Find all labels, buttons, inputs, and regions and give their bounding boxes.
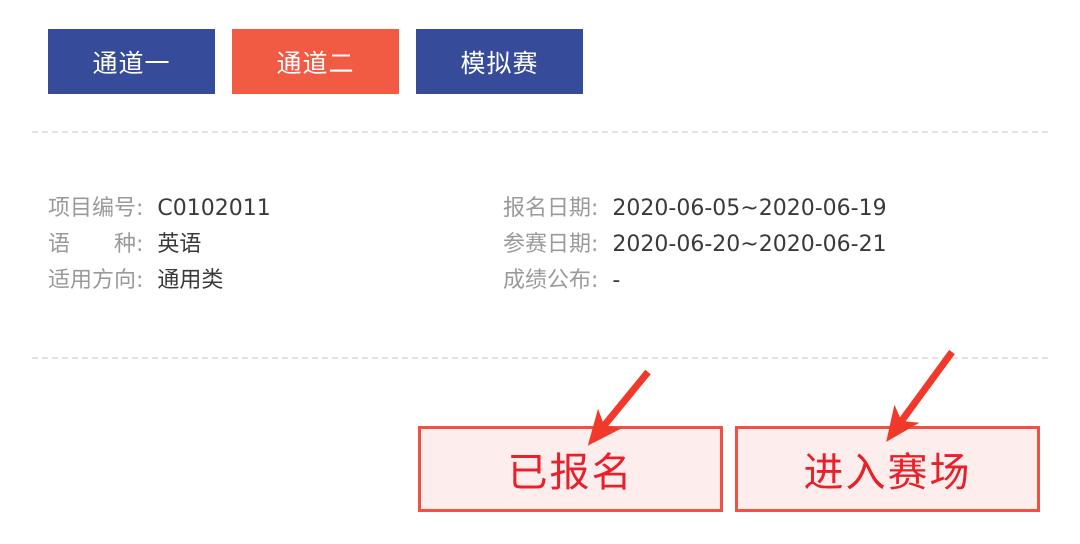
- info-label-project-number: 项目编号:: [48, 196, 144, 221]
- action-spacer: [723, 426, 735, 512]
- info-field-exam-date: 参赛日期: 2020-06-20~2020-06-21: [503, 226, 1033, 258]
- info-label-result-publish: 成绩公布:: [503, 268, 599, 293]
- info-row: 语 种: 英语 参赛日期: 2020-06-20~2020-06-21: [48, 226, 1038, 262]
- info-value-project-number: C0102011: [157, 196, 271, 221]
- tab-channel-two-label: 通道二: [276, 48, 355, 78]
- info-label-language: 语 种:: [48, 232, 144, 257]
- channel-tab-strip: 通道一 通道二 模拟赛: [48, 29, 583, 94]
- action-button-group: 已报名 进入赛场: [418, 426, 1040, 512]
- info-label-direction: 适用方向:: [48, 268, 144, 293]
- info-value-direction: 通用类: [157, 268, 224, 293]
- tab-spacer: [399, 29, 416, 30]
- info-field-direction: 适用方向: 通用类: [48, 262, 503, 294]
- info-row: 项目编号: C0102011 报名日期: 2020-06-05~2020-06-…: [48, 190, 1038, 226]
- info-row: 适用方向: 通用类 成绩公布: -: [48, 262, 1038, 298]
- enter-venue-button[interactable]: 进入赛场: [735, 426, 1040, 512]
- info-value-language: 英语: [157, 232, 202, 257]
- divider-bottom: [32, 357, 1048, 359]
- tab-channel-one-label: 通道一: [92, 48, 171, 78]
- arrow-to-enter-venue-button: [886, 349, 955, 442]
- tab-mock-exam[interactable]: 模拟赛: [416, 29, 583, 94]
- exam-info-panel: 项目编号: C0102011 报名日期: 2020-06-05~2020-06-…: [48, 190, 1038, 298]
- info-field-result-publish: 成绩公布: -: [503, 262, 1033, 294]
- info-field-project-number: 项目编号: C0102011: [48, 190, 503, 222]
- info-label-registration-date: 报名日期:: [503, 196, 599, 221]
- info-field-language: 语 种: 英语: [48, 226, 503, 258]
- enter-venue-button-label: 进入赛场: [803, 450, 972, 496]
- registered-button[interactable]: 已报名: [418, 426, 723, 512]
- tab-channel-one[interactable]: 通道一: [48, 29, 215, 94]
- info-value-registration-date: 2020-06-05~2020-06-19: [612, 196, 887, 221]
- tab-spacer: [215, 29, 232, 30]
- divider-top: [32, 131, 1048, 133]
- registered-button-label: 已报名: [507, 450, 634, 496]
- info-label-exam-date: 参赛日期:: [503, 232, 599, 257]
- tab-mock-exam-label: 模拟赛: [460, 48, 539, 78]
- info-value-exam-date: 2020-06-20~2020-06-21: [612, 232, 887, 257]
- tab-channel-two[interactable]: 通道二: [232, 29, 399, 94]
- info-field-registration-date: 报名日期: 2020-06-05~2020-06-19: [503, 190, 1033, 222]
- info-value-result-publish: -: [612, 268, 621, 293]
